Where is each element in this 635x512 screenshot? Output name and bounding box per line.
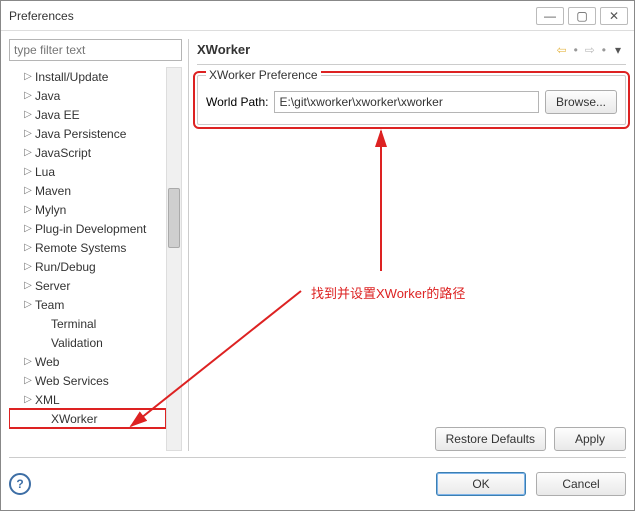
- right-lower-buttons: Restore Defaults Apply: [197, 419, 626, 451]
- tree-item-java[interactable]: ▷Java: [9, 86, 166, 105]
- tree-scrollbar[interactable]: [166, 67, 182, 451]
- preferences-window: Preferences — ▢ ✕ ▷Install/Update▷Java▷J…: [0, 0, 635, 511]
- twisty-icon[interactable]: ▷: [23, 204, 33, 215]
- restore-defaults-button[interactable]: Restore Defaults: [435, 427, 546, 451]
- tree-item-maven[interactable]: ▷Maven: [9, 181, 166, 200]
- upper-area: ▷Install/Update▷Java▷Java EE▷Java Persis…: [9, 39, 626, 451]
- titlebar: Preferences — ▢ ✕: [1, 1, 634, 31]
- world-path-input[interactable]: [274, 91, 539, 113]
- tree-item-xml[interactable]: ▷XML: [9, 390, 166, 409]
- twisty-icon[interactable]: ▷: [23, 90, 33, 101]
- client-area: ▷Install/Update▷Java▷Java EE▷Java Persis…: [1, 31, 634, 510]
- close-button[interactable]: ✕: [600, 7, 628, 25]
- tree-item-label: Web: [35, 355, 59, 369]
- filter-input[interactable]: [9, 39, 182, 61]
- tree-item-install-update[interactable]: ▷Install/Update: [9, 67, 166, 86]
- tree-item-validation[interactable]: Validation: [9, 333, 166, 352]
- left-pane: ▷Install/Update▷Java▷Java EE▷Java Persis…: [9, 39, 189, 451]
- tree-item-java-ee[interactable]: ▷Java EE: [9, 105, 166, 124]
- browse-button[interactable]: Browse...: [545, 90, 617, 114]
- world-path-row: World Path: Browse...: [206, 90, 617, 114]
- maximize-icon: ▢: [576, 9, 587, 23]
- tree-item-label: Team: [35, 298, 64, 312]
- tree-item-plug-in-development[interactable]: ▷Plug-in Development: [9, 219, 166, 238]
- twisty-icon[interactable]: ▷: [23, 242, 33, 253]
- twisty-icon[interactable]: ▷: [23, 394, 33, 405]
- page-title: XWorker: [197, 42, 554, 57]
- apply-button[interactable]: Apply: [554, 427, 626, 451]
- tree-item-terminal[interactable]: Terminal: [9, 314, 166, 333]
- tree-item-label: Java Persistence: [35, 127, 126, 141]
- help-icon: ?: [16, 477, 23, 491]
- ok-button[interactable]: OK: [436, 472, 526, 496]
- tree-item-label: Maven: [35, 184, 71, 198]
- minimize-icon: —: [544, 9, 556, 23]
- tree-item-label: Mylyn: [35, 203, 66, 217]
- help-button[interactable]: ?: [9, 473, 31, 495]
- tree-item-label: JavaScript: [35, 146, 91, 160]
- twisty-icon[interactable]: ▷: [23, 147, 33, 158]
- tree-item-label: Server: [35, 279, 70, 293]
- tree-item-run-debug[interactable]: ▷Run/Debug: [9, 257, 166, 276]
- scrollbar-thumb[interactable]: [168, 188, 180, 248]
- twisty-icon[interactable]: ▷: [23, 280, 33, 291]
- right-header: XWorker ⇦ • ⇨ • ▾: [197, 39, 626, 65]
- tree-item-label: Lua: [35, 165, 55, 179]
- maximize-button[interactable]: ▢: [568, 7, 596, 25]
- bottom-bar: ? OK Cancel: [9, 458, 626, 502]
- group-legend: XWorker Preference: [206, 68, 321, 82]
- tree-item-label: Java: [35, 89, 60, 103]
- twisty-icon[interactable]: ▷: [23, 375, 33, 386]
- tree-item-server[interactable]: ▷Server: [9, 276, 166, 295]
- twisty-icon[interactable]: ▷: [23, 166, 33, 177]
- twisty-icon[interactable]: ▷: [23, 261, 33, 272]
- tree-item-mylyn[interactable]: ▷Mylyn: [9, 200, 166, 219]
- close-icon: ✕: [609, 9, 619, 23]
- tree-item-lua[interactable]: ▷Lua: [9, 162, 166, 181]
- xworker-preference-group: XWorker Preference World Path: Browse...: [197, 75, 626, 125]
- tree-item-label: Run/Debug: [35, 260, 96, 274]
- tree-item-label: XML: [35, 393, 60, 407]
- tree-item-javascript[interactable]: ▷JavaScript: [9, 143, 166, 162]
- tree-item-xworker[interactable]: XWorker: [9, 409, 166, 428]
- twisty-icon[interactable]: ▷: [23, 109, 33, 120]
- tree-item-java-persistence[interactable]: ▷Java Persistence: [9, 124, 166, 143]
- preferences-tree[interactable]: ▷Install/Update▷Java▷Java EE▷Java Persis…: [9, 67, 166, 451]
- minimize-button[interactable]: —: [536, 7, 564, 25]
- world-path-label: World Path:: [206, 95, 268, 109]
- tree-item-label: XWorker: [51, 412, 97, 426]
- twisty-icon[interactable]: ▷: [23, 299, 33, 310]
- tree-item-label: Web Services: [35, 374, 109, 388]
- twisty-icon[interactable]: ▷: [23, 185, 33, 196]
- tree-item-label: Install/Update: [35, 70, 108, 84]
- nav-icons: ⇦ • ⇨ • ▾: [554, 42, 626, 58]
- back-icon[interactable]: ⇦: [554, 42, 570, 58]
- window-title: Preferences: [7, 9, 532, 23]
- right-pane: XWorker ⇦ • ⇨ • ▾ XWorker Preference Wor…: [197, 39, 626, 451]
- tree-item-web-services[interactable]: ▷Web Services: [9, 371, 166, 390]
- twisty-icon[interactable]: ▷: [23, 356, 33, 367]
- tree-item-label: Validation: [51, 336, 103, 350]
- tree-item-label: Java EE: [35, 108, 80, 122]
- tree-item-label: Remote Systems: [35, 241, 126, 255]
- twisty-icon[interactable]: ▷: [23, 223, 33, 234]
- tree-item-label: Plug-in Development: [35, 222, 146, 236]
- tree-item-label: Terminal: [51, 317, 96, 331]
- twisty-icon[interactable]: ▷: [23, 71, 33, 82]
- tree-item-remote-systems[interactable]: ▷Remote Systems: [9, 238, 166, 257]
- menu-dropdown-icon[interactable]: ▾: [610, 42, 626, 58]
- tree-item-team[interactable]: ▷Team: [9, 295, 166, 314]
- tree-item-web[interactable]: ▷Web: [9, 352, 166, 371]
- twisty-icon[interactable]: ▷: [23, 128, 33, 139]
- cancel-button[interactable]: Cancel: [536, 472, 626, 496]
- forward-icon[interactable]: ⇨: [582, 42, 598, 58]
- tree-wrap: ▷Install/Update▷Java▷Java EE▷Java Persis…: [9, 67, 182, 451]
